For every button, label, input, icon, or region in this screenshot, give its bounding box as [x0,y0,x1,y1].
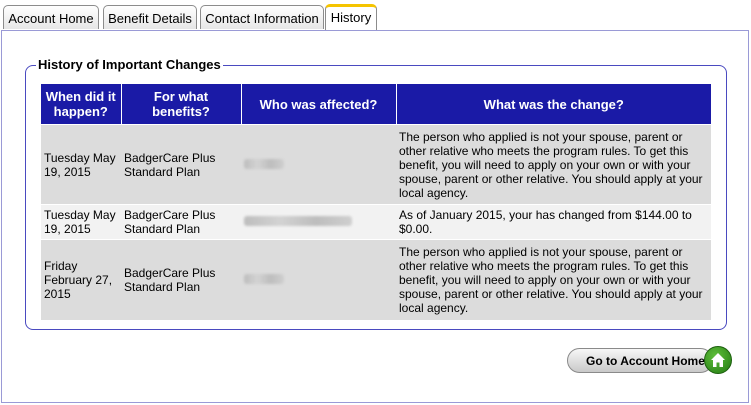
cell-change: The person who applied is not your spous… [396,239,711,320]
house-glyph [711,353,725,367]
column-header-who: Who was affected? [241,84,397,125]
table-header-row: When did it happen? For what benefits? W… [41,84,711,125]
column-header-benefits: For what benefits? [121,84,242,125]
home-icon[interactable] [704,346,732,374]
cell-benefit: BadgerCare Plus Standard Plan [121,239,241,320]
redacted-name [244,216,352,226]
cell-date: Friday February 27, 2015 [41,239,121,320]
go-to-account-home-button[interactable]: Go to Account Home [567,348,713,373]
tab-contact-information[interactable]: Contact Information [200,5,324,29]
tab-account-home[interactable]: Account Home [3,5,99,29]
redacted-name [244,273,284,284]
cell-change: The person who applied is not your spous… [396,124,711,205]
column-header-when: When did it happen? [41,84,122,125]
cell-person-redacted [241,204,396,240]
table-row: Friday February 27, 2015 BadgerCare Plus… [41,239,711,320]
tab-benefit-details[interactable]: Benefit Details [103,5,197,29]
cell-date: Tuesday May 19, 2015 [41,204,121,240]
table-row: Tuesday May 19, 2015 BadgerCare Plus Sta… [41,204,711,240]
tab-history[interactable]: History [325,4,377,30]
cell-person-redacted [241,239,396,320]
redacted-name [244,158,284,169]
cell-benefit: BadgerCare Plus Standard Plan [121,124,241,205]
section-title: History of Important Changes [36,57,223,72]
cell-benefit: BadgerCare Plus Standard Plan [121,204,241,240]
cell-person-redacted [241,124,396,205]
cell-date: Tuesday May 19, 2015 [41,124,121,205]
table-row: Tuesday May 19, 2015 BadgerCare Plus Sta… [41,124,711,205]
column-header-change: What was the change? [396,84,711,125]
cell-change: As of January 2015, your has changed fro… [396,204,711,240]
history-table: When did it happen? For what benefits? W… [41,84,711,320]
